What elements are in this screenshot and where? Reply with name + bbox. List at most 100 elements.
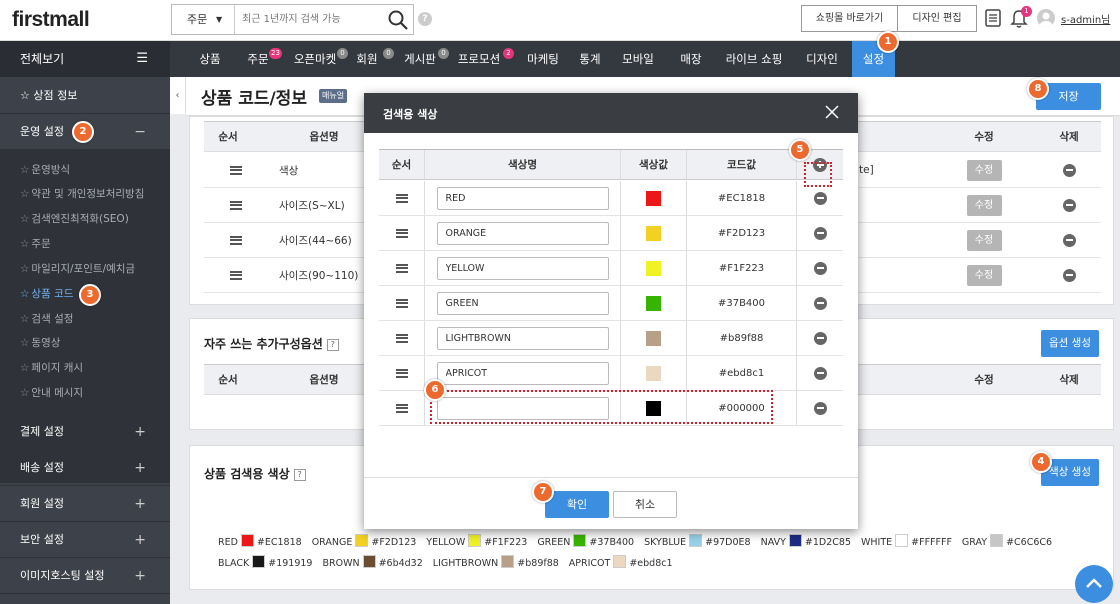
- nav-item-product[interactable]: 상품: [188, 41, 232, 77]
- color-swatch-cell[interactable]: [621, 286, 687, 320]
- color-swatch-cell[interactable]: [621, 181, 687, 215]
- scroll-top-button[interactable]: [1075, 565, 1113, 603]
- sidebar-collapse-button[interactable]: ‹: [170, 77, 186, 114]
- nav-item-mobile[interactable]: 모바일: [612, 41, 664, 77]
- sidebar-item-notice-message[interactable]: ☆ 안내 메시지: [0, 381, 170, 405]
- color-legend-swatch: [990, 534, 1004, 547]
- color-row: #37B400: [379, 286, 843, 321]
- delete-button[interactable]: [1049, 223, 1089, 257]
- edit-button[interactable]: 수정: [964, 188, 1004, 222]
- modal-title: 검색용 색상: [383, 108, 438, 121]
- delete-row-button[interactable]: [797, 216, 843, 250]
- search-icon[interactable]: [386, 8, 410, 32]
- drag-handle[interactable]: [379, 391, 425, 425]
- search-color-modal: 검색용 색상 순서 색상명 색상값 코드값 #EC1818#F2D123#F1F…: [364, 93, 858, 529]
- color-name-input[interactable]: [436, 291, 609, 315]
- nav-item-board[interactable]: 게시판: [400, 41, 440, 77]
- drag-handle[interactable]: [379, 251, 425, 285]
- color-row: #F2D123: [379, 216, 843, 251]
- color-swatch-cell[interactable]: [621, 321, 687, 355]
- sidebar-section-payment[interactable]: 결제 설정 +: [0, 414, 170, 450]
- sidebar-item-order[interactable]: ☆ 주문: [0, 232, 170, 256]
- delete-button[interactable]: [1049, 153, 1089, 187]
- sidebar-item-label: 상품 코드: [31, 288, 74, 300]
- delete-row-button[interactable]: [797, 321, 843, 355]
- sidebar-section-security[interactable]: 보안 설정 +: [0, 522, 170, 558]
- color-swatch-cell[interactable]: [621, 216, 687, 250]
- color-name-input[interactable]: [436, 326, 609, 350]
- drag-handle[interactable]: [204, 258, 268, 292]
- help-icon[interactable]: ?: [293, 469, 306, 481]
- avatar[interactable]: [1037, 9, 1055, 27]
- color-name-input[interactable]: [436, 361, 609, 385]
- color-name-input[interactable]: [436, 186, 609, 210]
- star-icon: ☆: [20, 362, 30, 374]
- drag-handle[interactable]: [204, 153, 268, 187]
- col-color-value: 색상값: [621, 150, 687, 179]
- nav-item-live-shopping[interactable]: 라이브 쇼핑: [718, 41, 790, 77]
- search-input[interactable]: [242, 5, 382, 34]
- design-edit-button[interactable]: 디자인 편집: [897, 5, 977, 32]
- drag-handle[interactable]: [379, 181, 425, 215]
- sidebar-item-operation-mode[interactable]: ☆ 운영방식: [0, 158, 170, 182]
- sidebar-section-member[interactable]: 회원 설정 +: [0, 486, 170, 522]
- delete-row-button[interactable]: [797, 286, 843, 320]
- drag-handle[interactable]: [379, 356, 425, 390]
- color-swatch-cell[interactable]: [621, 251, 687, 285]
- sidebar-item-video[interactable]: ☆ 동영상: [0, 331, 170, 355]
- drag-handle[interactable]: [379, 286, 425, 320]
- delete-button[interactable]: [1049, 258, 1089, 292]
- close-icon[interactable]: [824, 104, 840, 120]
- manual-badge[interactable]: 매뉴얼: [319, 89, 348, 103]
- nav-item-openmarket[interactable]: 오픈마켓: [288, 41, 342, 77]
- sidebar-section-image-hosting[interactable]: 이미지호스팅 설정 +: [0, 558, 170, 594]
- color-code: #EC1818: [687, 181, 797, 215]
- user-name[interactable]: s-admin님: [1061, 11, 1110, 26]
- color-swatch-cell[interactable]: [621, 356, 687, 390]
- edit-button[interactable]: 수정: [964, 258, 1004, 292]
- sidebar-item-store-info[interactable]: ☆ 상점 정보: [0, 77, 170, 114]
- cancel-button[interactable]: 취소: [613, 491, 677, 518]
- create-option-button[interactable]: 옵션 생성: [1041, 330, 1099, 357]
- drag-handle[interactable]: [379, 321, 425, 355]
- sidebar-item-mileage[interactable]: ☆ 마일리지/포인트/예치금: [0, 257, 170, 281]
- drag-handle[interactable]: [204, 188, 268, 222]
- confirm-button[interactable]: 확인: [545, 491, 609, 518]
- sidebar-section-shipping[interactable]: 배송 설정 +: [0, 450, 170, 486]
- drag-handle[interactable]: [204, 223, 268, 257]
- drag-handle[interactable]: [379, 216, 425, 250]
- sidebar-item-seo[interactable]: ☆ 검색엔진최적화(SEO): [0, 207, 170, 231]
- edit-button[interactable]: 수정: [964, 153, 1004, 187]
- sidebar-item-search-settings[interactable]: ☆ 검색 설정: [0, 307, 170, 331]
- delete-row-button[interactable]: [797, 251, 843, 285]
- nav-item-design[interactable]: 디자인: [794, 41, 850, 77]
- nav-label: 프로모션: [457, 52, 501, 66]
- nav-item-store[interactable]: 매장: [667, 41, 715, 77]
- minus-circle-icon: [1062, 163, 1076, 177]
- nav-item-member[interactable]: 회원: [352, 41, 382, 77]
- sidebar-item-terms[interactable]: ☆ 약관 및 개인정보처리방침: [0, 182, 170, 206]
- nav-item-promotion[interactable]: 프로모션: [455, 41, 503, 77]
- document-icon[interactable]: [985, 9, 1001, 27]
- star-icon: ☆: [20, 313, 30, 325]
- edit-button[interactable]: 수정: [964, 223, 1004, 257]
- nav-label: 모바일: [622, 52, 654, 66]
- nav-all-button[interactable]: 전체보기 ☰: [0, 41, 170, 77]
- search-scope-select[interactable]: 주문 ▼: [172, 5, 235, 34]
- logo[interactable]: firstmall: [12, 8, 90, 32]
- drag-handle-icon: [395, 368, 408, 378]
- help-icon[interactable]: ?: [418, 12, 432, 26]
- help-icon[interactable]: ?: [326, 339, 339, 351]
- edit-button-label: 수정: [966, 194, 1002, 216]
- delete-button[interactable]: [1049, 188, 1089, 222]
- sidebar-item-page-cache[interactable]: ☆ 페이지 캐시: [0, 356, 170, 380]
- search-box: 주문 ▼: [171, 4, 414, 35]
- shop-link-button[interactable]: 쇼핑몰 바로가기: [801, 5, 898, 32]
- nav-item-stats[interactable]: 통계: [570, 41, 610, 77]
- delete-row-button[interactable]: [797, 356, 843, 390]
- color-name-input[interactable]: [436, 256, 609, 280]
- nav-item-order[interactable]: 주문: [235, 41, 281, 77]
- nav-item-marketing[interactable]: 마케팅: [518, 41, 568, 77]
- color-name-input[interactable]: [436, 221, 609, 245]
- delete-row-button[interactable]: [797, 391, 843, 425]
